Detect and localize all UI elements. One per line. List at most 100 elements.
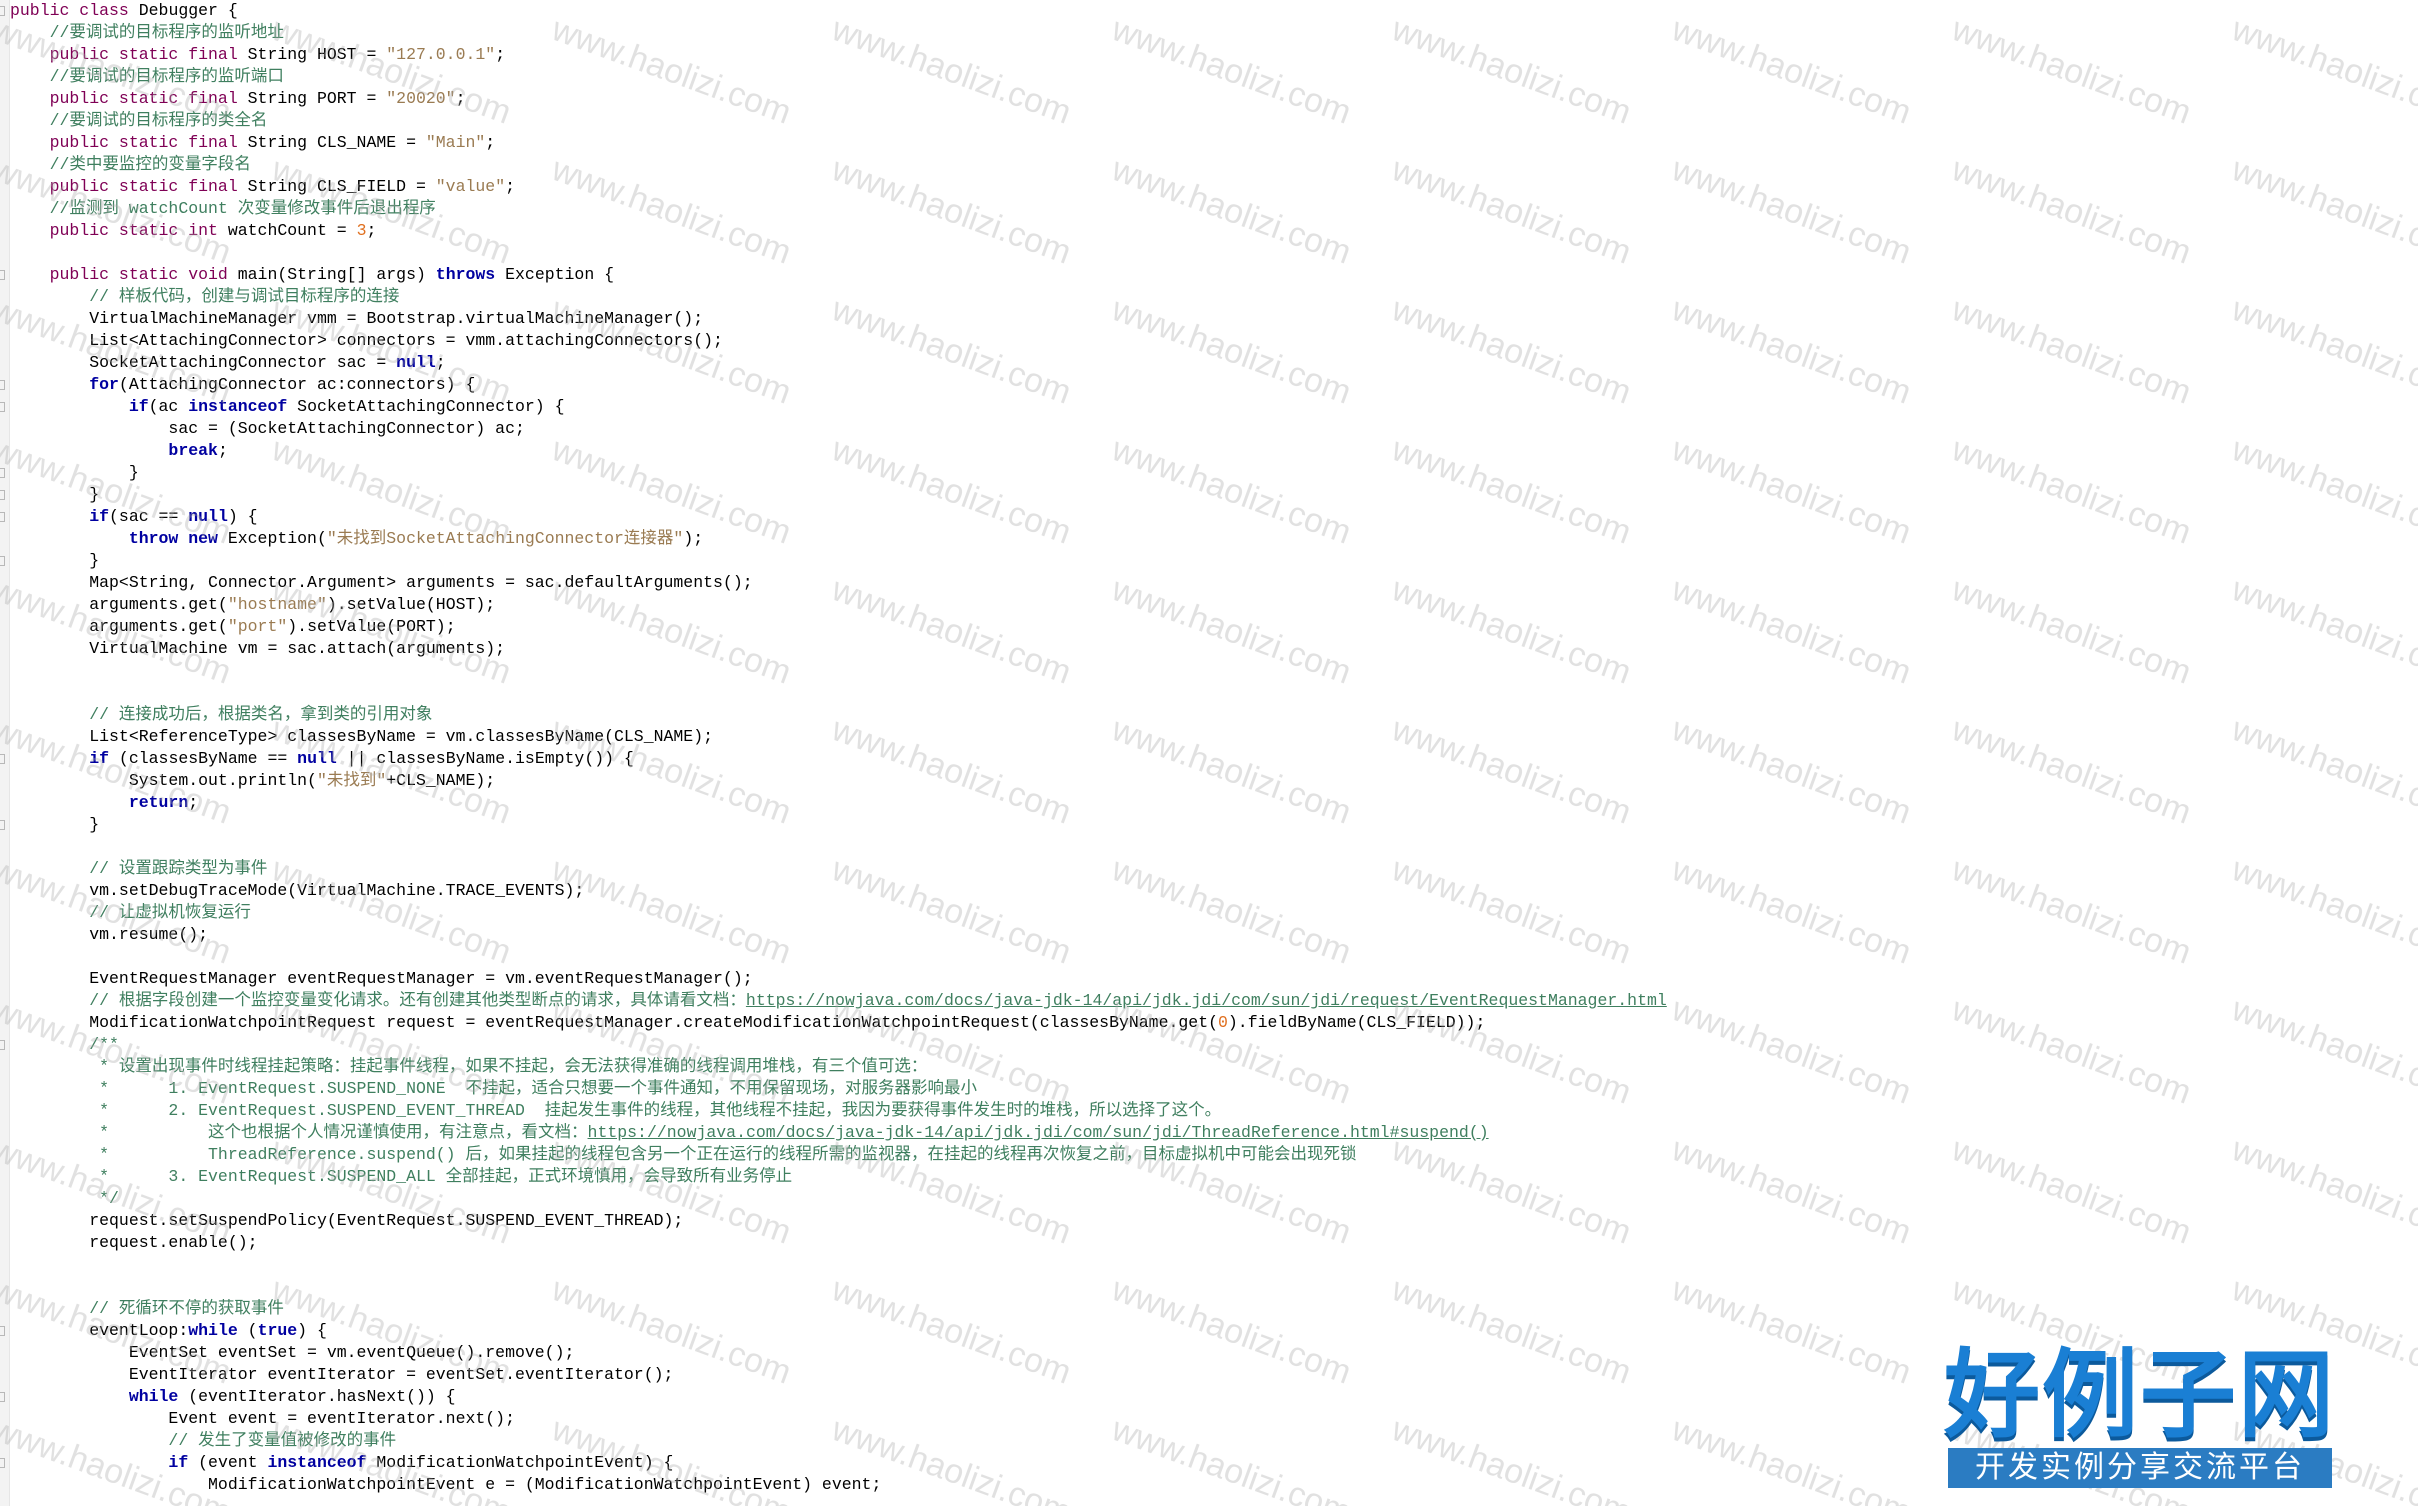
code-line[interactable]: EventSet eventSet = vm.eventQueue().remo… [10,1342,575,1364]
code-line[interactable]: if(ac instanceof SocketAttachingConnecto… [10,396,565,418]
code-line[interactable]: request.setSuspendPolicy(EventRequest.SU… [10,1210,683,1232]
code-line[interactable]: } [10,484,99,506]
doc-link[interactable]: https://nowjava.com/docs/java-jdk-14/api… [588,1123,1489,1142]
code-line[interactable]: * 这个也根据个人情况谨慎使用，有注意点，看文档：https://nowjava… [10,1122,1489,1144]
code-line[interactable]: VirtualMachine vm = sac.attach(arguments… [10,638,505,660]
code-token: +CLS_NAME); [386,771,496,790]
code-token: SocketAttachingConnector sac = [10,353,397,372]
code-token: return [10,793,189,812]
code-line[interactable]: public static void main(String[] args) t… [10,264,614,286]
code-token: instanceof [188,397,288,416]
code-line[interactable]: public static final String CLS_NAME = "M… [10,132,496,154]
code-token: * 2. EventRequest.SUSPEND_EVENT_THREAD 挂… [10,1101,1222,1120]
code-line[interactable]: public static final String PORT = "20020… [10,88,466,110]
code-token: null [396,353,436,372]
code-line[interactable]: // 设置跟踪类型为事件 [10,858,267,880]
code-line[interactable]: System.out.println("未找到"+CLS_NAME); [10,770,495,792]
code-line[interactable]: // 根据字段创建一个监控变量变化请求。还有创建其他类型断点的请求，具体请看文档… [10,990,1667,1012]
code-token: eventLoop: [10,1321,189,1340]
code-token: request.setSuspendPolicy(EventRequest.SU… [10,1211,684,1230]
code-line[interactable]: request.enable(); [10,1232,257,1254]
code-line[interactable]: /** [10,1034,119,1056]
code-line[interactable]: SocketAttachingConnector sac = null; [10,352,445,374]
code-line[interactable]: ModificationWatchpointEvent e = (Modific… [10,1474,881,1496]
code-line[interactable]: EventIterator eventIterator = eventSet.e… [10,1364,674,1386]
code-token: if [10,507,110,526]
code-token: Debugger { [138,1,238,20]
code-line[interactable]: if(sac == null) { [10,506,258,528]
code-line[interactable]: */ [10,1188,119,1210]
code-line[interactable]: ModificationWatchpointRequest request = … [10,1012,1485,1034]
code-line[interactable]: //要调试的目标程序的类全名 [10,110,268,132]
code-line[interactable]: sac = (SocketAttachingConnector) ac; [10,418,524,440]
code-line[interactable]: List<AttachingConnector> connectors = vm… [10,330,723,352]
code-token: VirtualMachineManager vmm = Bootstrap.vi… [10,309,704,328]
code-token: List<AttachingConnector> connectors = vm… [10,331,723,350]
code-line[interactable]: Map<String, Connector.Argument> argument… [10,572,752,594]
code-token: public static int [10,221,228,240]
code-token: ) { [227,507,258,526]
code-token: if [10,1453,189,1472]
code-line[interactable]: return; [10,792,198,814]
code-line[interactable]: eventLoop:while (true) { [10,1320,327,1342]
code-token: /** [10,1035,119,1054]
code-line[interactable]: vm.setDebugTraceMode(VirtualMachine.TRAC… [10,880,584,902]
code-line[interactable]: public static int watchCount = 3; [10,220,377,242]
code-line[interactable]: Event event = eventIterator.next(); [10,1408,515,1430]
code-line[interactable]: // 让虚拟机恢复运行 [10,902,251,924]
code-line[interactable]: vm.resume(); [10,924,208,946]
code-line[interactable]: public static final String CLS_FIELD = "… [10,176,515,198]
code-token: String CLS_FIELD = [247,177,436,196]
code-line[interactable]: if (classesByName == null || classesByNa… [10,748,634,770]
code-token: * 这个也根据个人情况谨慎使用，有注意点，看文档： [10,1123,588,1142]
code-line[interactable]: //监测到 watchCount 次变量修改事件后退出程序 [10,198,436,220]
code-line[interactable]: VirtualMachineManager vmm = Bootstrap.vi… [10,308,703,330]
code-line[interactable]: * 2. EventRequest.SUSPEND_EVENT_THREAD 挂… [10,1100,1221,1122]
code-line[interactable]: //要调试的目标程序的监听地址 [10,22,284,44]
code-line[interactable]: * 3. EventRequest.SUSPEND_ALL 全部挂起，正式环境慎… [10,1166,792,1188]
code-token: // 样板代码，创建与调试目标程序的连接 [10,287,400,306]
code-line[interactable]: * 设置出现事件时线程挂起策略：挂起事件线程，如果不挂起，会无法获得准确的线程调… [10,1056,927,1078]
code-token: ).setValue(PORT); [287,617,456,636]
code-line[interactable]: arguments.get("hostname").setValue(HOST)… [10,594,495,616]
code-line[interactable]: // 连接成功后，根据类名，拿到类的引用对象 [10,704,432,726]
code-line[interactable]: } [10,814,99,836]
code-token: Exception { [495,265,615,284]
code-line[interactable]: if (event instanceof ModificationWatchpo… [10,1452,673,1474]
code-line[interactable]: public static final String HOST = "127.0… [10,44,506,66]
code-line[interactable]: arguments.get("port").setValue(PORT); [10,616,456,638]
code-line[interactable]: // 发生了变量值被修改的事件 [10,1430,396,1452]
code-line[interactable]: while (eventIterator.hasNext()) { [10,1386,456,1408]
code-token: true [257,1321,298,1340]
code-line[interactable]: //要调试的目标程序的监听端口 [10,66,284,88]
code-line[interactable]: // 样板代码，创建与调试目标程序的连接 [10,286,399,308]
code-line[interactable]: EventRequestManager eventRequestManager … [10,968,752,990]
code-token: if [10,397,149,416]
code-token: //监测到 watchCount 次变量修改事件后退出程序 [10,199,436,218]
code-lines[interactable]: public class Debugger { //要调试的目标程序的监听地址 … [0,0,2418,1506]
code-token: while [10,1387,179,1406]
code-line[interactable]: } [10,550,99,572]
code-token: while [188,1321,238,1340]
code-token: // 死循环不停的获取事件 [10,1299,284,1318]
code-line[interactable]: * 1. EventRequest.SUSPEND_NONE 不挂起，适合只想要… [10,1078,977,1100]
code-line[interactable]: List<ReferenceType> classesByName = vm.c… [10,726,713,748]
code-token: (sac == [109,507,189,526]
code-token: * 1. EventRequest.SUSPEND_NONE 不挂起，适合只想要… [10,1079,977,1098]
code-line[interactable]: } [10,462,139,484]
code-token: //要调试的目标程序的类全名 [10,111,268,130]
code-editor[interactable]: public class Debugger { //要调试的目标程序的监听地址 … [0,0,2418,1506]
code-token: ); [683,529,704,548]
code-line[interactable]: break; [10,440,227,462]
code-token: "未找到" [316,771,387,790]
code-token: List<ReferenceType> classesByName = vm.c… [10,727,714,746]
code-line[interactable]: for(AttachingConnector ac:connectors) { [10,374,475,396]
code-line[interactable]: * ThreadReference.suspend() 后，如果挂起的线程包含另… [10,1144,1356,1166]
code-line[interactable]: throw new Exception("未找到SocketAttachingC… [10,528,703,550]
doc-link[interactable]: https://nowjava.com/docs/java-jdk-14/api… [746,991,1667,1010]
code-line[interactable]: public class Debugger { [10,0,238,22]
code-line[interactable]: //类中要监控的变量字段名 [10,154,251,176]
code-line[interactable]: // 死循环不停的获取事件 [10,1298,284,1320]
code-token: ; [188,793,199,812]
code-token: } [10,551,100,570]
